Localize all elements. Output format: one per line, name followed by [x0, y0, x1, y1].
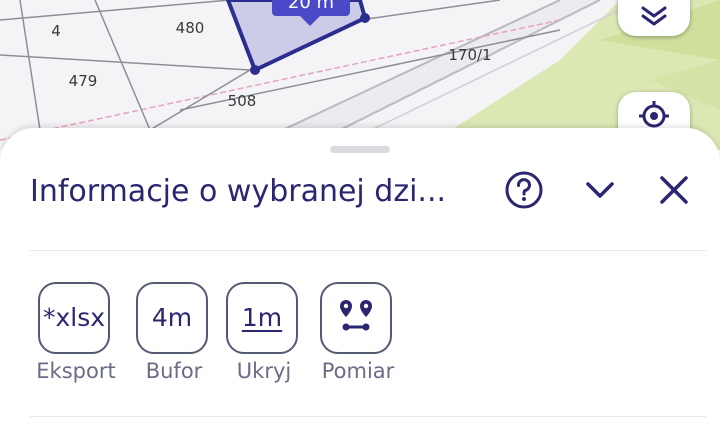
buffer-button[interactable]: 4m	[136, 282, 208, 354]
measure-label-text: Pomiar	[321, 359, 395, 383]
export-tool[interactable]: *xlsx Eksport	[28, 280, 124, 390]
measure-button[interactable]	[320, 282, 392, 354]
ruler-icon: 1m	[241, 303, 283, 332]
chevron-down-icon	[584, 180, 616, 204]
parcel-number: 479	[69, 72, 98, 90]
hide-button[interactable]: 1m	[226, 282, 298, 354]
collapse-button[interactable]	[580, 172, 620, 212]
measure-tool[interactable]: Pomiar	[310, 280, 406, 390]
parcel-number: 4	[51, 22, 61, 40]
layers-icon	[639, 0, 669, 30]
help-button[interactable]	[504, 170, 544, 214]
help-icon	[504, 170, 544, 214]
parcel-info-panel: Informacje o wybranej dzi... *xlsx Ekspo…	[0, 128, 720, 428]
parcel-number: 170/1	[448, 46, 491, 64]
layers-button[interactable]	[618, 0, 690, 36]
drag-handle[interactable]	[330, 146, 390, 153]
panel-title: Informacje o wybranej dzi...	[30, 174, 447, 209]
parcel-number: 508	[228, 92, 257, 110]
parcel-number: 480	[176, 19, 205, 37]
hide-tool[interactable]: 1m Ukryj	[216, 280, 312, 390]
header-divider	[30, 250, 706, 251]
bottom-divider	[30, 416, 706, 417]
export-xlsx-icon: *xlsx	[42, 303, 106, 332]
buffer-icon: 4m	[151, 303, 193, 332]
export-button[interactable]: *xlsx	[38, 282, 110, 354]
close-button[interactable]	[654, 172, 694, 212]
close-icon	[659, 175, 689, 209]
measure-label: 20 m	[288, 0, 334, 13]
measure-route-icon	[336, 296, 376, 340]
